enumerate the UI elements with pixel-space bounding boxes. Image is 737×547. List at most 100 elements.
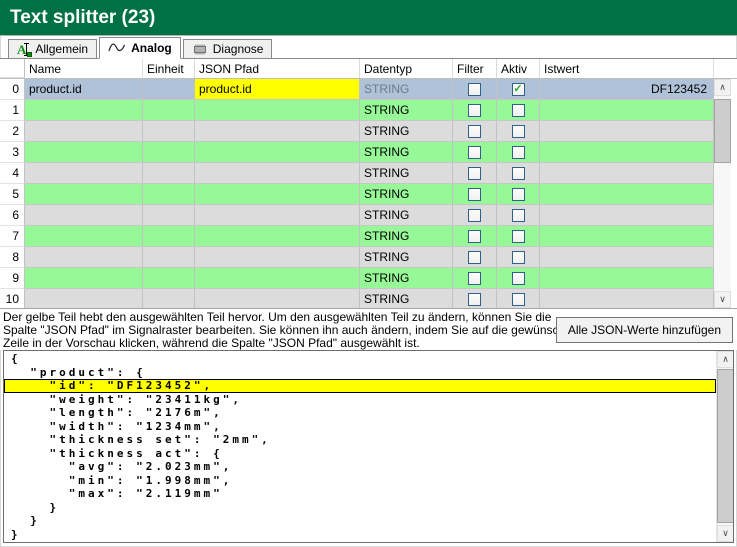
table-row[interactable]: 7 STRING: [0, 226, 737, 247]
json-preview-line[interactable]: "avg": "2.023mm",: [4, 460, 716, 474]
add-all-json-values-button[interactable]: Alle JSON-Werte hinzufügen: [556, 317, 733, 343]
json-preview-line[interactable]: "min": "1.998mm",: [4, 474, 716, 488]
cell-json-pfad[interactable]: [195, 247, 360, 268]
row-number[interactable]: 10: [0, 289, 25, 309]
cell-datentyp[interactable]: STRING: [360, 226, 453, 247]
cell-datentyp[interactable]: STRING: [360, 289, 453, 309]
cell-datentyp[interactable]: STRING: [360, 142, 453, 163]
filter-checkbox[interactable]: [468, 188, 481, 201]
row-number[interactable]: 8: [0, 247, 25, 268]
cell-istwert[interactable]: [540, 100, 714, 121]
filter-checkbox[interactable]: [468, 230, 481, 243]
cell-datentyp[interactable]: STRING: [360, 247, 453, 268]
aktiv-checkbox[interactable]: [512, 251, 525, 264]
cell-datentyp[interactable]: STRING: [360, 184, 453, 205]
table-row[interactable]: 9 STRING: [0, 268, 737, 289]
preview-scrollbar[interactable]: ∧ ∨: [716, 351, 733, 542]
filter-checkbox[interactable]: [468, 272, 481, 285]
table-row[interactable]: 5 STRING: [0, 184, 737, 205]
scrollbar-thumb[interactable]: [714, 99, 731, 163]
tab-analog[interactable]: Analog: [99, 37, 181, 59]
cell-json-pfad[interactable]: [195, 226, 360, 247]
cell-datentyp[interactable]: STRING: [360, 163, 453, 184]
filter-checkbox[interactable]: [468, 104, 481, 117]
table-scrollbar[interactable]: ∧ ∨: [714, 79, 731, 308]
cell-json-pfad[interactable]: [195, 100, 360, 121]
cell-einheit[interactable]: [143, 184, 195, 205]
row-number[interactable]: 2: [0, 121, 25, 142]
cell-json-pfad[interactable]: product.id: [195, 79, 360, 100]
cell-einheit[interactable]: [143, 121, 195, 142]
table-row[interactable]: 1 STRING: [0, 100, 737, 121]
filter-checkbox[interactable]: [468, 209, 481, 222]
column-header-datentyp[interactable]: Datentyp: [360, 59, 453, 78]
json-preview-line[interactable]: "width": "1234mm",: [4, 420, 716, 434]
row-number[interactable]: 1: [0, 100, 25, 121]
cell-name[interactable]: [25, 100, 143, 121]
scroll-down-icon[interactable]: ∨: [717, 525, 734, 542]
column-header-istwert[interactable]: Istwert: [540, 59, 714, 78]
cell-name[interactable]: [25, 289, 143, 309]
json-preview-line[interactable]: }: [4, 501, 716, 515]
aktiv-checkbox[interactable]: ✓: [512, 83, 525, 96]
cell-istwert[interactable]: [540, 184, 714, 205]
cell-json-pfad[interactable]: [195, 268, 360, 289]
aktiv-checkbox[interactable]: [512, 272, 525, 285]
cell-einheit[interactable]: [143, 163, 195, 184]
cell-istwert[interactable]: [540, 289, 714, 309]
table-row[interactable]: 2 STRING: [0, 121, 737, 142]
cell-einheit[interactable]: [143, 268, 195, 289]
cell-einheit[interactable]: [143, 247, 195, 268]
aktiv-checkbox[interactable]: [512, 104, 525, 117]
cell-name[interactable]: [25, 142, 143, 163]
aktiv-checkbox[interactable]: [512, 209, 525, 222]
tab-diagnose[interactable]: Diagnose: [183, 39, 273, 58]
table-row[interactable]: 4 STRING: [0, 163, 737, 184]
scroll-down-icon[interactable]: ∨: [714, 291, 731, 308]
row-number[interactable]: 4: [0, 163, 25, 184]
cell-name[interactable]: [25, 226, 143, 247]
cell-json-pfad[interactable]: [195, 121, 360, 142]
cell-istwert[interactable]: [540, 142, 714, 163]
row-number[interactable]: 7: [0, 226, 25, 247]
aktiv-checkbox[interactable]: [512, 125, 525, 138]
table-row[interactable]: 8 STRING: [0, 247, 737, 268]
cell-einheit[interactable]: [143, 289, 195, 309]
json-preview-line[interactable]: "length": "2176m",: [4, 406, 716, 420]
scroll-up-icon[interactable]: ∧: [714, 79, 731, 96]
filter-checkbox[interactable]: [468, 83, 481, 96]
aktiv-checkbox[interactable]: [512, 167, 525, 180]
cell-datentyp[interactable]: STRING: [360, 121, 453, 142]
json-preview-line[interactable]: "thickness act": {: [4, 447, 716, 461]
tab-allgemein[interactable]: A Allgemein: [8, 39, 97, 58]
table-row[interactable]: 6 STRING: [0, 205, 737, 226]
json-preview-line[interactable]: }: [4, 528, 716, 542]
cell-name[interactable]: [25, 205, 143, 226]
cell-name[interactable]: [25, 163, 143, 184]
json-preview-line[interactable]: {: [4, 352, 716, 366]
cell-einheit[interactable]: [143, 100, 195, 121]
column-header-filter[interactable]: Filter: [453, 59, 497, 78]
scrollbar-thumb[interactable]: [717, 369, 734, 523]
table-row[interactable]: 3 STRING: [0, 142, 737, 163]
column-header-name[interactable]: Name: [25, 59, 143, 78]
cell-einheit[interactable]: [143, 79, 195, 100]
cell-name[interactable]: [25, 121, 143, 142]
cell-name[interactable]: [25, 184, 143, 205]
table-row[interactable]: 0 product.id product.id STRING ✓ DF12345…: [0, 79, 737, 100]
row-number[interactable]: 9: [0, 268, 25, 289]
cell-json-pfad[interactable]: [195, 289, 360, 309]
row-number[interactable]: 3: [0, 142, 25, 163]
row-number[interactable]: 5: [0, 184, 25, 205]
filter-checkbox[interactable]: [468, 293, 481, 306]
cell-json-pfad[interactable]: [195, 184, 360, 205]
json-preview-line[interactable]: "product": {: [4, 366, 716, 380]
column-header-json-pfad[interactable]: JSON Pfad: [195, 59, 360, 78]
cell-name[interactable]: [25, 268, 143, 289]
cell-json-pfad[interactable]: [195, 142, 360, 163]
aktiv-checkbox[interactable]: [512, 230, 525, 243]
cell-datentyp[interactable]: STRING: [360, 205, 453, 226]
cell-istwert[interactable]: [540, 226, 714, 247]
cell-name[interactable]: product.id: [25, 79, 143, 100]
scroll-up-icon[interactable]: ∧: [717, 351, 734, 368]
